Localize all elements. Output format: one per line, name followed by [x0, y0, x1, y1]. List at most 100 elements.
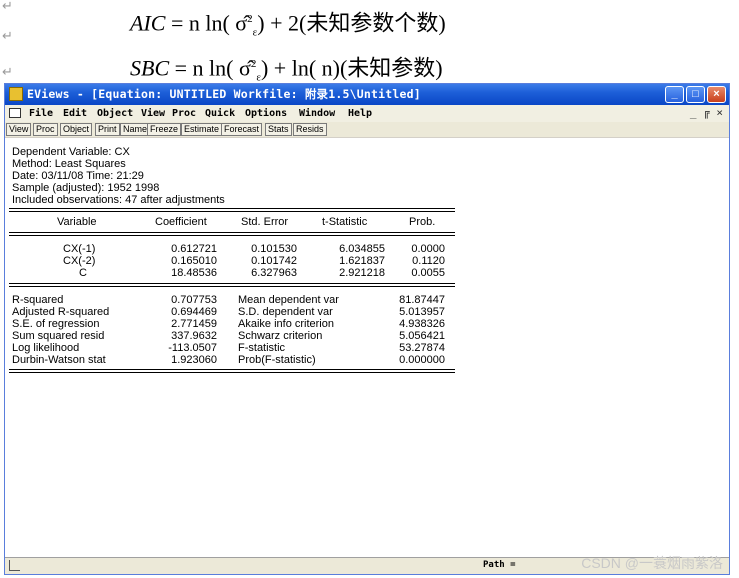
- prob: 0.0055: [411, 267, 445, 279]
- menu-file[interactable]: File: [29, 108, 53, 119]
- eviews-window: EViews - [Equation: UNTITLED Workfile: 附…: [4, 83, 730, 575]
- variable-name: C: [79, 267, 87, 279]
- sbc-lhs: SBC: [130, 55, 170, 81]
- t-statistic: 2.921218: [339, 267, 385, 279]
- aic-rhs: = n ln( σ̂: [170, 10, 248, 36]
- title-bar[interactable]: EViews - [Equation: UNTITLED Workfile: 附…: [5, 84, 729, 105]
- column-header: t-Statistic: [322, 216, 368, 228]
- divider: [9, 372, 455, 373]
- t-statistic: 6.034855: [339, 243, 385, 255]
- stat-label: S.E. of regression: [12, 318, 100, 330]
- estimation-output: Dependent Variable: CX Method: Least Squ…: [5, 138, 729, 558]
- stat-value: 81.87447: [399, 294, 445, 306]
- sigma-sup: 2: [250, 58, 257, 70]
- paragraph-mark-icon: ↵: [2, 29, 13, 44]
- menu-options[interactable]: Options: [245, 108, 287, 119]
- forecast-button[interactable]: Forecast: [221, 123, 263, 136]
- menu-help[interactable]: Help: [348, 108, 372, 119]
- menu-view[interactable]: View: [141, 108, 165, 119]
- eviews-app-icon: [9, 87, 23, 101]
- paragraph-mark-icon: ↵: [2, 65, 13, 80]
- print-button[interactable]: Print: [95, 123, 120, 136]
- stat-value: 53.27874: [399, 342, 445, 354]
- resids-button[interactable]: Resids: [293, 123, 327, 136]
- stat-value: 5.056421: [399, 330, 445, 342]
- stat-label: Log likelihood: [12, 342, 80, 354]
- column-header: Coefficient: [155, 216, 207, 228]
- menu-edit[interactable]: Edit: [63, 108, 87, 119]
- sbc-rest: ) + ln( n)(未知参数): [260, 55, 443, 81]
- stat-value: 5.013957: [399, 306, 445, 318]
- status-bar: Path = CSDN @一蓑烟雨紫洛: [5, 555, 729, 574]
- divider: [9, 369, 455, 370]
- prob: 0.1120: [412, 255, 445, 267]
- menu-object[interactable]: Object: [97, 108, 133, 119]
- variable-name: CX(-1): [63, 243, 96, 255]
- prob: 0.0000: [411, 243, 445, 255]
- stat-value: 4.938326: [399, 318, 445, 330]
- stat-label: R-squared: [12, 294, 64, 306]
- header-line: Method: Least Squares: [12, 158, 126, 170]
- maximize-button[interactable]: □: [686, 86, 705, 103]
- aic-rest: ) + 2(未知参数个数): [257, 10, 446, 36]
- column-header: Variable: [57, 216, 97, 228]
- minimize-button[interactable]: _: [665, 86, 684, 103]
- stat-label: S.D. dependent var: [238, 306, 333, 318]
- divider: [9, 211, 455, 212]
- path-indicator[interactable]: Path =: [483, 560, 516, 570]
- estimate-button[interactable]: Estimate: [181, 123, 223, 136]
- stat-label: Mean dependent var: [238, 294, 339, 306]
- csdn-watermark: CSDN @一蓑烟雨紫洛: [581, 555, 723, 571]
- header-line: Included observations: 47 after adjustme…: [12, 194, 225, 206]
- stat-label: Prob(F-statistic): [238, 354, 316, 366]
- menu-proc[interactable]: Proc: [172, 108, 196, 119]
- t-statistic: 1.621837: [339, 255, 385, 267]
- stat-value: -113.0507: [168, 342, 217, 354]
- coefficient: 18.48536: [171, 267, 217, 279]
- menu-window[interactable]: Window: [299, 108, 335, 119]
- divider: [9, 235, 455, 236]
- child-window-controls[interactable]: _ ╔ ×: [690, 106, 723, 119]
- paragraph-mark-icon: ↵: [2, 0, 13, 14]
- sigma-sup: 2: [247, 13, 253, 25]
- coefficient: 0.165010: [171, 255, 217, 267]
- view-button[interactable]: View: [6, 123, 32, 136]
- window-title: EViews - [Equation: UNTITLED Workfile: 附…: [27, 87, 421, 101]
- object-button[interactable]: Object: [60, 123, 93, 136]
- column-header: Prob.: [409, 216, 436, 228]
- header-line: Dependent Variable: CX: [12, 146, 130, 158]
- name-button[interactable]: Name: [120, 123, 151, 136]
- stat-value: 0.000000: [399, 354, 445, 366]
- coefficient: 0.612721: [171, 243, 217, 255]
- sbc-rhs: = n ln( σ̂: [174, 55, 251, 81]
- header-line: Sample (adjusted): 1952 1998: [12, 182, 160, 194]
- stats-button[interactable]: Stats: [265, 123, 292, 136]
- menu-bar: File Edit Object View Proc Quick Options…: [5, 105, 729, 122]
- freeze-button[interactable]: Freeze: [147, 123, 182, 136]
- stat-label: Durbin-Watson stat: [12, 354, 106, 366]
- stat-label: Sum squared resid: [12, 330, 105, 342]
- stat-label: Schwarz criterion: [238, 330, 323, 342]
- header-line: Date: 03/11/08 Time: 21:29: [12, 170, 144, 182]
- sigma-sub: ε: [252, 26, 258, 39]
- stat-label: F-statistic: [238, 342, 286, 354]
- stat-value: 1.923060: [171, 354, 217, 366]
- document-icon[interactable]: [9, 108, 21, 118]
- stat-value: 337.9632: [171, 330, 217, 342]
- variable-name: CX(-2): [63, 255, 96, 267]
- divider: [9, 208, 455, 209]
- proc-button[interactable]: Proc: [33, 123, 58, 136]
- equation-toolbar: View Proc Object Print Name Freeze Estim…: [5, 122, 729, 137]
- stat-label: Adjusted R-squared: [12, 306, 110, 318]
- close-button[interactable]: ×: [707, 86, 726, 103]
- stat-value: 2.771459: [171, 318, 217, 330]
- command-corner-icon: [9, 560, 20, 571]
- divider: [9, 283, 455, 284]
- menu-quick[interactable]: Quick: [205, 108, 235, 119]
- divider: [9, 286, 455, 287]
- std-error: 0.101742: [251, 255, 297, 267]
- divider: [9, 232, 455, 233]
- stat-value: 0.707753: [171, 294, 217, 306]
- stat-value: 0.694469: [171, 306, 217, 318]
- sigma-sub: ε: [256, 71, 261, 84]
